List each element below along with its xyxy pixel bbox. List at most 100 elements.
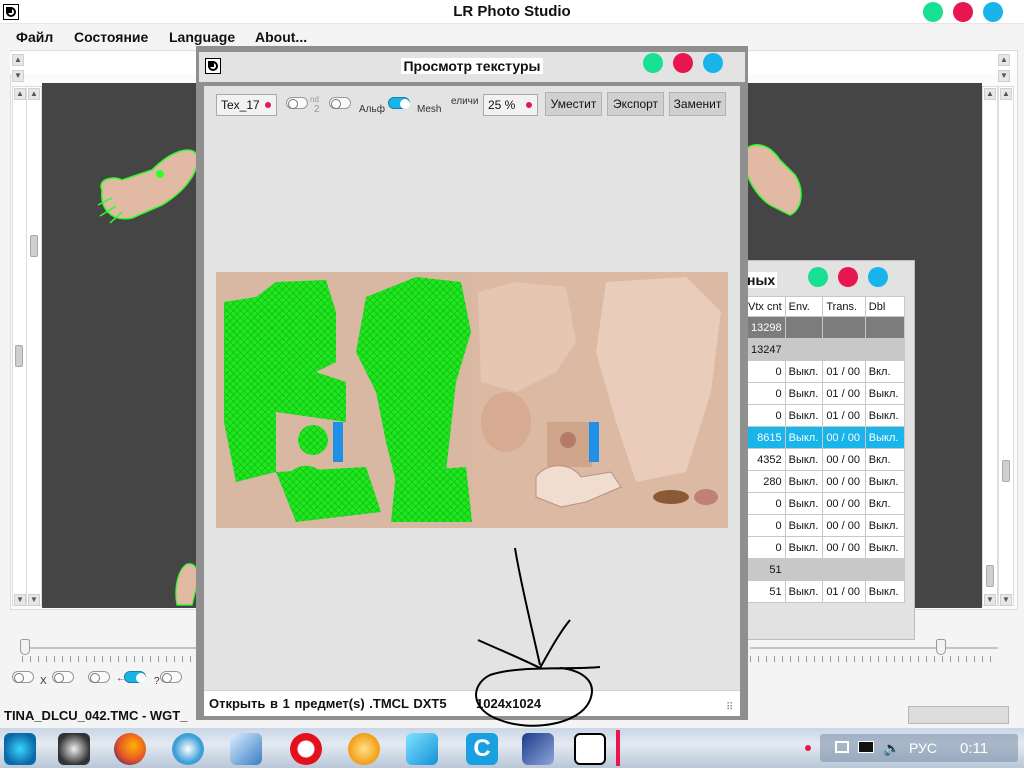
scroll-down-arrow-icon[interactable]: ▼ [14, 594, 26, 606]
cubes-app-icon[interactable] [230, 733, 262, 765]
right-scrollbar[interactable] [982, 86, 998, 606]
scroll-up-arrow-icon[interactable]: ▲ [14, 88, 26, 100]
cell-env: Выкл. [784, 536, 824, 559]
mesh-toggle-label: Mesh [417, 104, 442, 115]
panel-minimize-button[interactable] [808, 267, 828, 287]
table-row[interactable]: 8615 Выкл. 00 / 00 Выкл. [744, 426, 906, 449]
column-header-dbl[interactable]: Dbl [864, 296, 906, 317]
table-row[interactable]: 13247 [744, 338, 906, 361]
menu-language[interactable]: Language [169, 29, 235, 45]
monitor-tray-icon[interactable] [858, 741, 874, 753]
scroll-thumb[interactable] [15, 345, 23, 367]
clock[interactable]: 0:11 [960, 740, 988, 757]
menu-file[interactable]: Файл [16, 29, 53, 45]
toggle-second-texture[interactable] [286, 97, 308, 109]
maximize-button[interactable] [983, 2, 1003, 22]
dialog-maximize-button[interactable] [703, 53, 723, 73]
toggle-5[interactable] [160, 671, 182, 683]
dialog-close-button[interactable] [673, 53, 693, 73]
scroll-thumb[interactable] [986, 565, 994, 587]
scroll-up-arrow-icon[interactable]: ▲ [1000, 88, 1012, 100]
monitor-app-icon[interactable] [522, 733, 554, 765]
status-progress-box [908, 706, 1009, 724]
left-slider-track[interactable] [22, 647, 197, 649]
texture-select[interactable]: Tex_17 [216, 94, 277, 116]
table-row[interactable]: 0 Выкл. 01 / 00 Выкл. [744, 404, 906, 427]
scroll-down-arrow-icon[interactable]: ▼ [28, 594, 40, 606]
panel-close-button[interactable] [838, 267, 858, 287]
table-row[interactable]: 4352 Выкл. 00 / 00 Вкл. [744, 448, 906, 471]
scroll-up-arrow-icon[interactable]: ▲ [998, 54, 1010, 66]
opera-icon[interactable] [290, 733, 322, 765]
menu-state[interactable]: Состояние [74, 29, 148, 45]
scroll-down-arrow-icon[interactable]: ▼ [998, 70, 1010, 82]
scroll-up-arrow-icon[interactable]: ▲ [12, 54, 24, 66]
cell-trans [822, 558, 866, 581]
toggle-2[interactable] [52, 671, 74, 683]
volume-icon[interactable]: 🔈 [883, 740, 900, 757]
cell-trans: 00 / 00 [822, 514, 866, 537]
column-header-vtx[interactable]: Vtx cnt [744, 296, 786, 317]
table-row[interactable]: 51 Выкл. 01 / 00 Выкл. [744, 580, 906, 603]
scroll-down-arrow-icon[interactable]: ▼ [984, 594, 996, 606]
table-row[interactable]: 0 Выкл. 00 / 00 Выкл. [744, 514, 906, 537]
language-indicator[interactable]: РУС [909, 740, 937, 756]
cell-trans: 00 / 00 [822, 448, 866, 471]
right-scrollbar-2[interactable] [998, 86, 1014, 606]
resize-grip-icon[interactable]: ⠿ [726, 702, 733, 713]
cell-vtx: 13247 [744, 338, 786, 361]
scroll-up-arrow-icon[interactable]: ▲ [28, 88, 40, 100]
column-header-env[interactable]: Env. [784, 296, 824, 317]
scroll-down-arrow-icon[interactable]: ▼ [1000, 594, 1012, 606]
scroll-down-arrow-icon[interactable]: ▼ [12, 70, 24, 82]
dialog-minimize-button[interactable] [643, 53, 663, 73]
table-row[interactable]: 0 Выкл. 01 / 00 Вкл. [744, 360, 906, 383]
minimize-button[interactable] [923, 2, 943, 22]
word-app-icon[interactable] [406, 733, 438, 765]
second-toggle-label: nd [310, 95, 319, 104]
lr-photo-studio-taskbar-icon[interactable] [574, 733, 606, 765]
toggle-question-label: ? [154, 676, 160, 687]
close-button[interactable] [953, 2, 973, 22]
left-slider-thumb[interactable] [20, 639, 30, 655]
toggle-4[interactable] [124, 671, 146, 683]
toggle-mesh[interactable] [388, 97, 410, 109]
menu-about[interactable]: About... [255, 29, 307, 45]
right-slider-track[interactable] [750, 647, 998, 649]
panel-maximize-button[interactable] [868, 267, 888, 287]
biohazard-app-icon[interactable] [4, 733, 36, 765]
cell-vtx: 0 [744, 404, 786, 427]
c-app-icon[interactable]: C [466, 733, 498, 765]
x-app-icon[interactable] [58, 733, 90, 765]
texture-preview-image[interactable] [216, 272, 728, 528]
table-row[interactable]: 280 Выкл. 00 / 00 Выкл. [744, 470, 906, 493]
replace-button[interactable]: Заменит [669, 92, 726, 116]
scroll-up-arrow-icon[interactable]: ▲ [984, 88, 996, 100]
table-row[interactable]: 51 [744, 558, 906, 581]
cell-dbl [864, 558, 906, 581]
scroll-thumb[interactable] [30, 235, 38, 257]
left-scrollbar-2[interactable] [26, 86, 42, 606]
scroll-thumb[interactable] [1002, 460, 1010, 482]
table-row[interactable]: 0 Выкл. 00 / 00 Вкл. [744, 492, 906, 515]
zoom-select[interactable]: 25 % [483, 94, 538, 116]
toggle-alpha[interactable] [329, 97, 351, 109]
table-row[interactable]: 0 Выкл. 00 / 00 Выкл. [744, 536, 906, 559]
table-row[interactable]: 0 Выкл. 01 / 00 Выкл. [744, 382, 906, 405]
network-icon[interactable] [835, 741, 849, 753]
column-header-trans[interactable]: Trans. [822, 296, 866, 317]
dialog-status-text: Открыть в 1 предмет(s) .TMCL DXT5 [209, 696, 447, 711]
toggle-x[interactable] [12, 671, 34, 683]
firefox-icon[interactable] [114, 733, 146, 765]
toggle-3[interactable] [88, 671, 110, 683]
table-row[interactable]: 13298 [744, 316, 906, 339]
annotation-arrow-drawing [475, 547, 601, 727]
cell-vtx: 0 [744, 360, 786, 383]
right-slider-thumb[interactable] [936, 639, 946, 655]
export-button[interactable]: Экспорт [607, 92, 664, 116]
wave-app-icon[interactable] [172, 733, 204, 765]
fit-button[interactable]: Уместит [545, 92, 602, 116]
cell-trans: 01 / 00 [822, 580, 866, 603]
photo-app-icon[interactable] [348, 733, 380, 765]
cell-trans: 00 / 00 [822, 492, 866, 515]
